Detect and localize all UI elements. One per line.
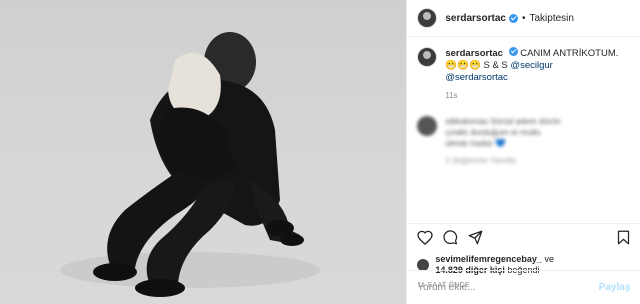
caption-time: 11s [445, 91, 458, 100]
caption-text: CANIM ANTRİKOTUM. [520, 48, 619, 59]
mention-serdarsortac[interactable]: @serdarsortac [445, 72, 507, 83]
comment-meta: 1 beğenme Yanıtla [445, 155, 516, 165]
heart-icon[interactable] [417, 230, 434, 250]
add-comment-bar: Yorum ekle... Paylaş [407, 270, 640, 304]
comment-avatar[interactable] [417, 116, 438, 136]
comment-icon[interactable] [443, 230, 458, 250]
comments-area[interactable]: serdarsortac CANIM ANTRİKOTUM. 😬😬😬 S & S… [407, 37, 640, 223]
share-icon[interactable] [468, 230, 483, 250]
liker-username[interactable]: sevimelifemregencebay_ [435, 254, 542, 264]
comment-line: çıraklı durduğum ei mutlu [445, 127, 541, 137]
caption-username[interactable]: serdarsortac [445, 48, 503, 59]
verified-icon [508, 47, 518, 56]
comment-text: sibkalomas Sürüd adem dürün çıraklı durd… [445, 116, 560, 166]
caption: serdarsortac CANIM ANTRİKOTUM. 😬😬😬 S & S… [407, 37, 640, 102]
post-sidebar: serdarsortac • Takiptesin serdarsortac C… [406, 0, 640, 304]
caption-text-block: serdarsortac CANIM ANTRİKOTUM. 😬😬😬 S & S… [445, 47, 618, 102]
likes-and: ve [544, 254, 554, 264]
post-header: serdarsortac • Takiptesin [407, 0, 640, 37]
caption-line2: 😬😬😬 S & S [445, 60, 508, 71]
post-comment-button[interactable]: Paylaş [599, 282, 631, 293]
comment-input[interactable]: Yorum ekle... [417, 282, 598, 293]
verified-icon [508, 13, 518, 23]
separator-dot: • [521, 12, 526, 24]
instagram-post: serdarsortac • Takiptesin serdarsortac C… [0, 0, 640, 304]
bookmark-icon[interactable] [617, 230, 630, 250]
blurred-comment: sibkalomas Sürüd adem dürün çıraklı durd… [407, 102, 640, 166]
post-photo[interactable] [0, 0, 407, 304]
avatar[interactable] [417, 8, 438, 28]
comment-line: sibkalomas Sürüd adem dürün [445, 116, 561, 126]
photo-silhouettes [60, 32, 320, 297]
action-icons [417, 230, 630, 250]
follow-status-button[interactable]: Takiptesin [529, 13, 573, 24]
header-username[interactable]: serdarsortac [445, 13, 506, 24]
comment-line: olmalı hadisi 💙 [445, 138, 506, 148]
caption-avatar[interactable] [417, 47, 438, 67]
mention-secilgur[interactable]: @secilgur [510, 60, 552, 71]
